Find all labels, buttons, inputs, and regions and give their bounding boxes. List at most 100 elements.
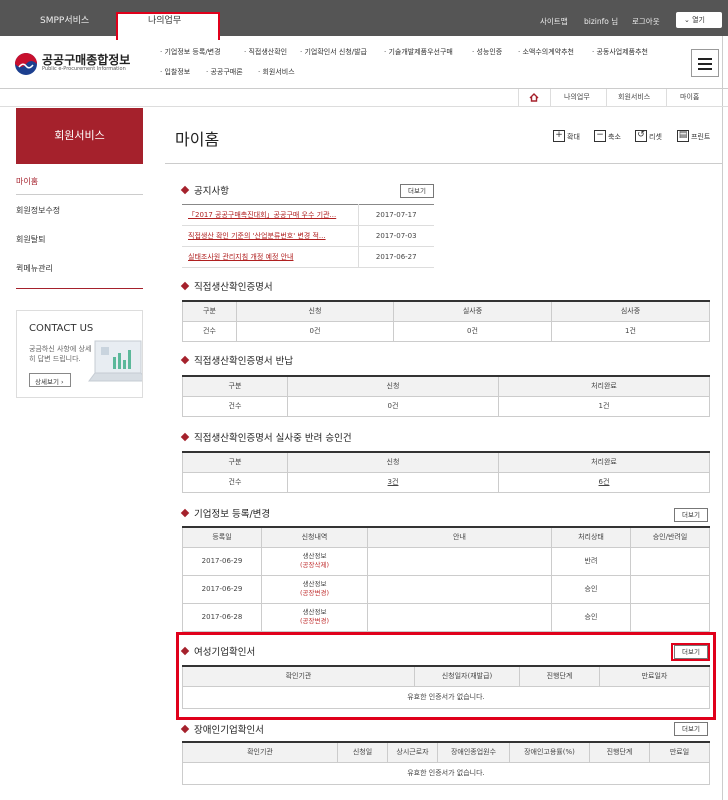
col-header: 승인/반려일 — [630, 526, 710, 548]
request-count-link[interactable]: 3건 — [287, 471, 499, 493]
logout-link[interactable]: 로그아웃 — [632, 16, 660, 27]
col-header: 구분 — [182, 300, 237, 322]
gnb-member-service[interactable]: · 회원서비스 — [258, 67, 295, 77]
notice-more-button[interactable]: 더보기 — [400, 184, 434, 198]
tab-smpp-service[interactable]: SMPP서비스 — [40, 13, 89, 26]
notice-date: 2017-07-03 — [358, 225, 434, 247]
left-menu-my-home[interactable]: 마이홈 — [16, 176, 38, 187]
cell: 0건 — [287, 395, 499, 417]
reset-label: 리셋 — [649, 133, 662, 141]
cell: 건수 — [182, 471, 288, 493]
user-name: bizinfo 님 — [584, 17, 619, 26]
breadcrumb-member-service[interactable]: 회원서비스 — [618, 92, 650, 102]
gnb-small-contract[interactable]: · 소액수의계약추천 — [518, 47, 574, 57]
open-button[interactable]: ⌄ 열기 — [676, 12, 722, 28]
notice-title: 공지사항 — [194, 186, 229, 197]
sitemap-link[interactable]: 사이트맵 — [540, 16, 568, 27]
col-header: 장애인종업원수 — [437, 741, 510, 763]
table-row: 2017-06-28 생산정보 (공장변경) 승인 — [182, 602, 710, 632]
header: 공공구매종합정보 Public e-Procurement Informatio… — [0, 36, 728, 89]
gnb-public-purchase[interactable]: · 공공구매론 — [206, 67, 243, 77]
cell: 건수 — [182, 395, 288, 417]
printer-icon: ▤ — [677, 130, 689, 142]
breadcrumb-my-work[interactable]: 나의업무 — [564, 92, 590, 102]
hamburger-menu-icon[interactable] — [691, 49, 719, 77]
item-label: 생산정보 — [302, 552, 327, 560]
cert-table: 구분 신청 실사중 심사중 건수 0건 0건 1건 — [182, 300, 710, 342]
cell: 0건 — [393, 320, 552, 342]
cell-item[interactable]: 생산정보 (공장변경) — [261, 574, 368, 604]
left-banner: 회원서비스 — [16, 108, 143, 164]
company-title: 기업정보 등록/변경 — [194, 509, 271, 520]
notice-date: 2017-07-17 — [358, 204, 434, 226]
col-header: 확인기관 — [182, 741, 338, 763]
col-header: 실사중 — [393, 300, 552, 322]
disabled-more-button[interactable]: 더보기 — [674, 722, 708, 736]
left-menu-withdraw[interactable]: 회원탈퇴 — [16, 234, 45, 245]
minus-icon: − — [594, 130, 606, 142]
home-icon[interactable] — [529, 93, 539, 102]
notice-link[interactable]: 「2017 공공구매촉진대회」공공구매 우수 기관... — [182, 204, 359, 226]
section-title-company: 기업정보 등록/변경 — [180, 506, 271, 520]
notice-link[interactable]: 실태조사원 관리지침 개정 예정 안내 — [182, 246, 359, 268]
cell-date: 2017-06-28 — [182, 602, 262, 632]
cell-item[interactable]: 생산정보 (공장변경) — [261, 602, 368, 632]
cell: 1건 — [551, 320, 710, 342]
gnb-tech-product[interactable]: · 기술개발제품우선구매 — [384, 47, 453, 57]
gnb-company-cert[interactable]: · 기업확인서 신청/발급 — [300, 47, 367, 57]
col-header: 상시근로자 — [387, 741, 438, 763]
company-more-button[interactable]: 더보기 — [674, 508, 708, 522]
gnb-performance-cert[interactable]: · 성능인증 — [472, 47, 502, 57]
col-header: 신청 — [287, 451, 499, 473]
notice-link[interactable]: 직접생산 확인 기준의 '산업분류번호' 변경 적... — [182, 225, 359, 247]
section-title-cert: 직접생산확인증명서 — [180, 279, 273, 293]
cell-date: 2017-06-29 — [182, 574, 262, 604]
col-header: 신청 — [287, 375, 499, 397]
cell-done — [630, 602, 710, 632]
cert-return-table: 구분 신청 처리완료 건수 0건 1건 — [182, 375, 710, 417]
section-title-notice: 공지사항 — [180, 183, 229, 197]
print-label: 프린트 — [691, 133, 711, 141]
plus-icon: + — [553, 130, 565, 142]
reset-icon: ↺ — [635, 130, 647, 142]
col-header: 장애인고용률(%) — [509, 741, 590, 763]
page-border — [722, 0, 723, 800]
cell-guide — [367, 546, 552, 576]
cell-date: 2017-06-29 — [182, 546, 262, 576]
table-row: 건수 3건 6건 — [182, 471, 710, 493]
left-menu-edit-info[interactable]: 회원정보수정 — [16, 205, 60, 216]
contact-box: CONTACT US 궁금하신 사항에 상세히 답변 드립니다. 상세보기 › — [16, 310, 143, 398]
cert-reject-title: 직접생산확인증명서 실사중 반려 승인건 — [194, 433, 352, 444]
item-label: 생산정보 — [302, 608, 327, 616]
gnb-direct-production[interactable]: · 직접생산확인 — [244, 47, 287, 57]
diamond-bullet-icon — [180, 432, 190, 442]
breadcrumb-my-home: 마이홈 — [680, 93, 700, 101]
section-title-cert-reject: 직접생산확인증명서 실사중 반려 승인건 — [180, 430, 352, 444]
table-header-row: 구분 신청 실사중 심사중 — [182, 300, 710, 322]
table-row: 실태조사원 관리지침 개정 예정 안내 2017-06-27 — [182, 246, 434, 268]
cert-reject-table: 구분 신청 처리완료 건수 3건 6건 — [182, 451, 710, 493]
col-header: 만료일 — [649, 741, 710, 763]
col-header: 안내 — [367, 526, 552, 548]
col-header: 처리완료 — [498, 375, 710, 397]
gnb-joint-product[interactable]: · 공동사업제품추천 — [592, 47, 648, 57]
table-header-row: 확인기관 신청일 상시근로자 장애인종업원수 장애인고용률(%) 진행단계 만료일 — [182, 741, 710, 763]
table-row: 2017-06-29 생산정보 (공장삭제) 반려 — [182, 546, 710, 576]
highlight-box-women — [176, 632, 716, 720]
table-row: 건수 0건 1건 — [182, 395, 710, 417]
contact-detail-button[interactable]: 상세보기 › — [29, 373, 71, 387]
col-header: 신청일 — [337, 741, 388, 763]
left-menu-quick-menu[interactable]: 퀵메뉴관리 — [16, 263, 53, 274]
item-sub: (공장변경) — [300, 617, 329, 625]
table-header-row: 구분 신청 처리완료 — [182, 375, 710, 397]
table-header-row: 구분 신청 처리완료 — [182, 451, 710, 473]
title-divider — [165, 163, 722, 164]
gnb-company-info[interactable]: · 기업정보 등록/변경 — [160, 47, 221, 57]
gnb-bid-info[interactable]: · 입찰정보 — [160, 67, 190, 77]
cell-item[interactable]: 생산정보 (공장삭제) — [261, 546, 368, 576]
empty-message: 유효한 인증서가 없습니다. — [182, 761, 710, 785]
open-label: 열기 — [692, 16, 705, 24]
contact-title: CONTACT US — [29, 323, 94, 334]
completed-count-link[interactable]: 6건 — [498, 471, 710, 493]
diamond-bullet-icon — [180, 355, 190, 365]
